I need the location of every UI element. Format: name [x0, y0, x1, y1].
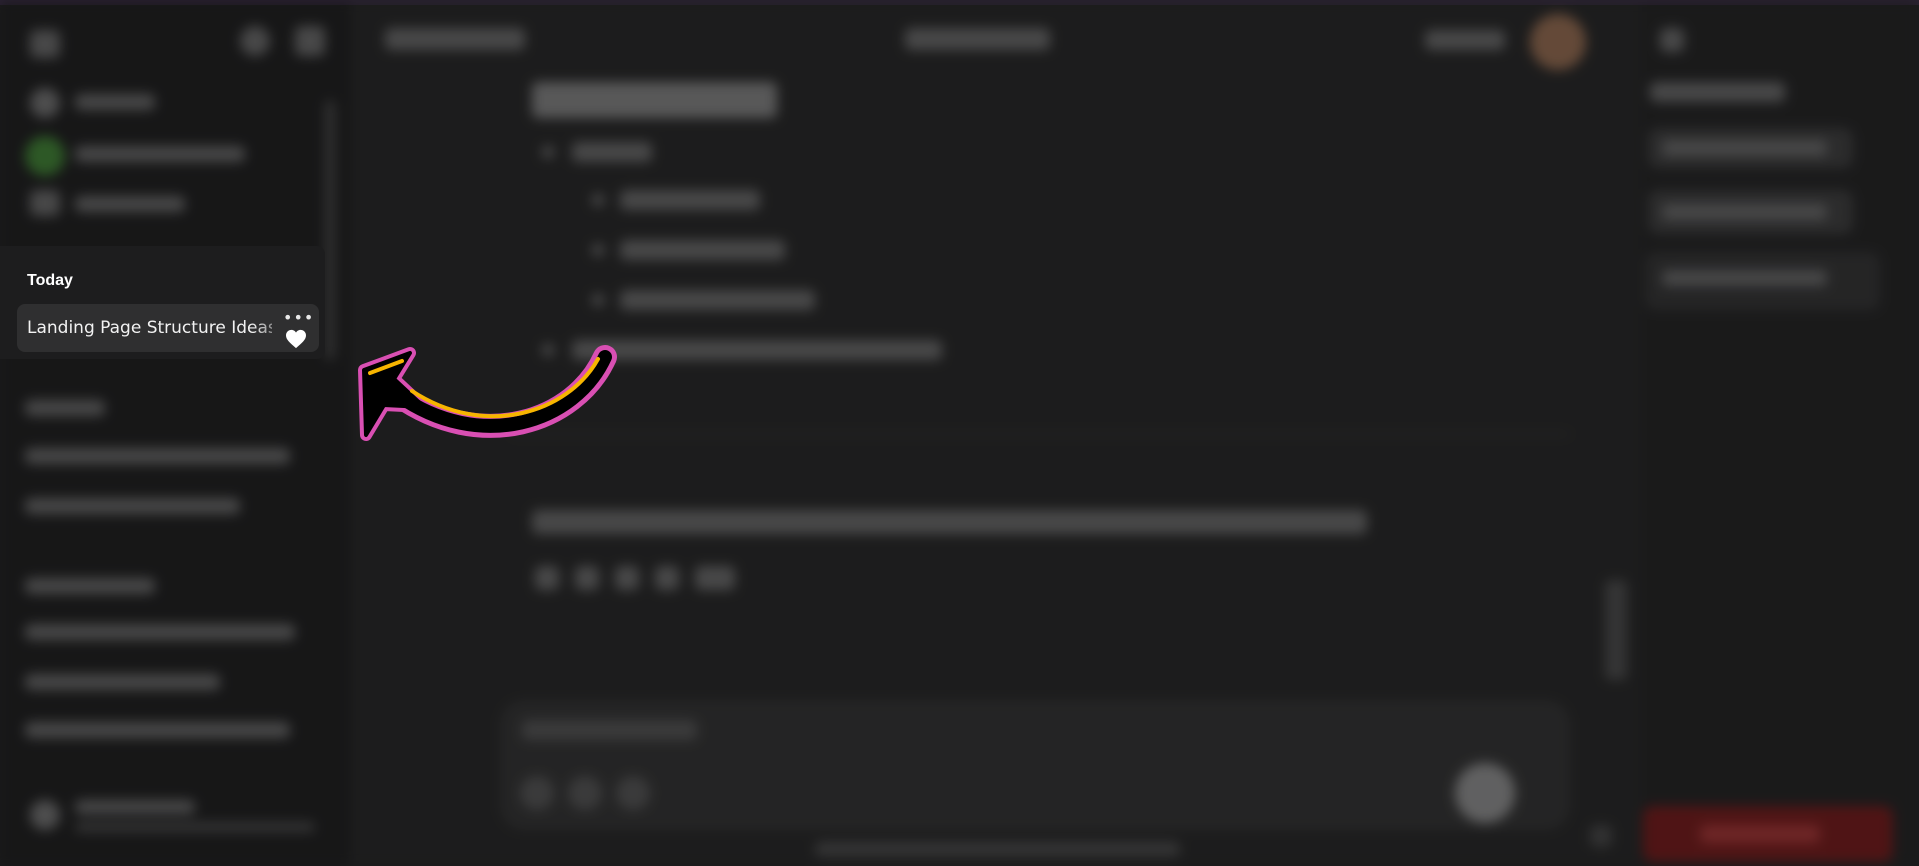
- list-text: [620, 240, 785, 260]
- search-icon: [240, 26, 270, 56]
- scrollbar: [325, 100, 335, 360]
- thumb-down-icon: [655, 566, 679, 590]
- panel-item-text: [1662, 140, 1827, 156]
- sidebar-blurred: [0, 0, 350, 866]
- bullet: [592, 194, 604, 206]
- section-label-today: Today: [27, 272, 73, 289]
- upgrade-subtext: [75, 822, 315, 832]
- share-button: [1425, 30, 1505, 50]
- bullet: [542, 146, 554, 158]
- chat-link: [25, 624, 295, 640]
- scrollbar: [1605, 580, 1627, 680]
- right-panel-blurred: [1590, 0, 1919, 866]
- user-avatar: [1530, 14, 1586, 70]
- panel-heading: [1650, 82, 1785, 102]
- sidebar-toggle-icon: [30, 30, 60, 58]
- upgrade-icon: [30, 800, 60, 830]
- thumb-up-icon: [615, 566, 639, 590]
- pointer-arrow-icon: [358, 345, 617, 441]
- read-aloud-icon: [575, 566, 599, 590]
- tools-icon: [568, 776, 602, 810]
- panel-item-text: [1662, 204, 1827, 220]
- chat-link: [25, 722, 290, 738]
- upgrade-link: [75, 800, 195, 814]
- send-button: [1455, 763, 1515, 823]
- chat-link: [25, 448, 290, 464]
- section-heading: [532, 82, 777, 118]
- list-text: [620, 190, 760, 210]
- app-icon: [30, 88, 60, 118]
- section-heading: [25, 400, 105, 416]
- green-avatar-icon: [25, 136, 65, 176]
- model-selector: [385, 28, 525, 50]
- composer-placeholder: [522, 720, 697, 740]
- close-icon: [1660, 28, 1684, 52]
- panel-item-text: [1662, 270, 1827, 286]
- blurred-background: [0, 0, 1919, 866]
- voice-icon: [616, 776, 650, 810]
- divider: [510, 433, 1570, 435]
- red-action-label: [1700, 825, 1820, 843]
- heart-icon[interactable]: [285, 329, 307, 349]
- more-horizontal-icon[interactable]: •••: [283, 308, 314, 327]
- chat-item-landing-page[interactable]: Landing Page Structure Ideas •••: [17, 304, 319, 352]
- sidebar-link: [75, 146, 245, 162]
- regenerate-icon: [695, 566, 735, 590]
- list-text: [620, 290, 815, 310]
- list-text: [572, 142, 652, 162]
- chat-item-title: Landing Page Structure Ideas: [27, 318, 272, 338]
- sidebar-link: [75, 196, 185, 212]
- section-heading: [25, 578, 155, 594]
- new-chat-icon: [295, 26, 325, 56]
- copy-icon: [535, 566, 559, 590]
- chat-link: [25, 674, 220, 690]
- bullet: [592, 294, 604, 306]
- chat-title: [905, 28, 1050, 50]
- panel-icon: [1590, 825, 1612, 847]
- explore-icon: [30, 190, 60, 216]
- sidebar-link: [75, 94, 155, 110]
- message-text: [532, 510, 1367, 534]
- bullet: [592, 244, 604, 256]
- attach-icon: [520, 776, 554, 810]
- chat-link: [25, 498, 240, 514]
- footer-disclaimer: [815, 842, 1180, 856]
